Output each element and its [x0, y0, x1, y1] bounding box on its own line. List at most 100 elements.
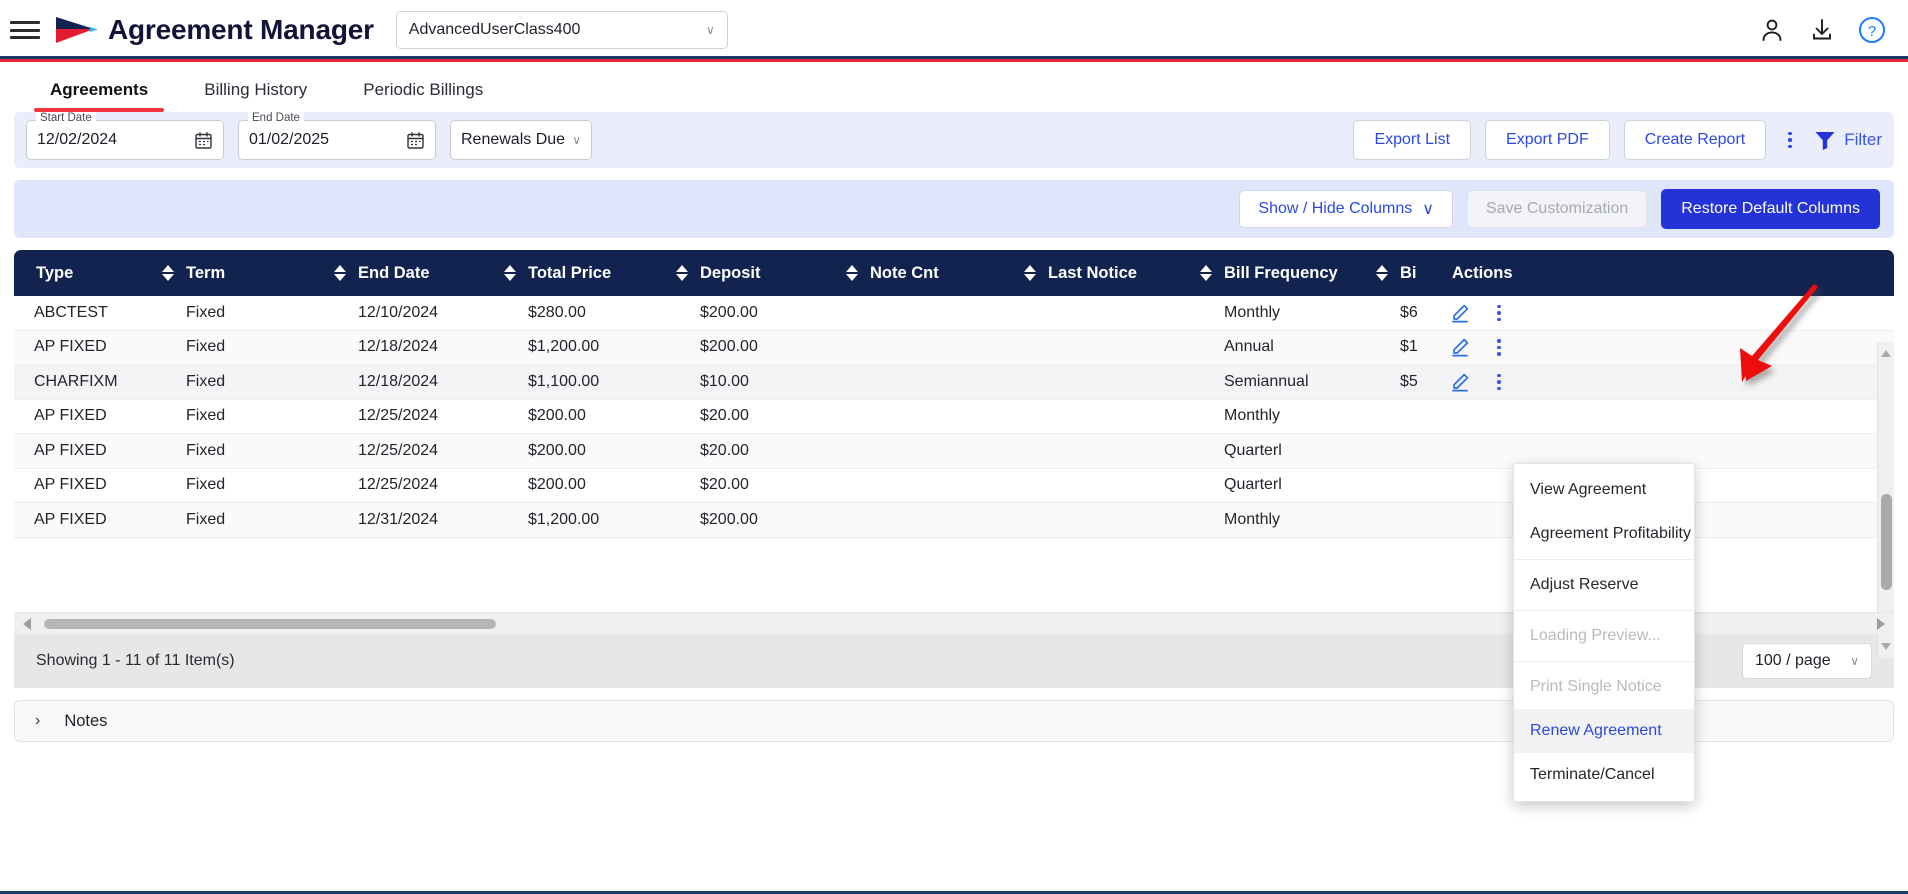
column-label: Last Notice: [1048, 263, 1137, 282]
sort-icon[interactable]: [1200, 265, 1212, 281]
restore-default-columns-button[interactable]: Restore Default Columns: [1661, 189, 1880, 229]
cell-actions: [1440, 337, 1580, 357]
scroll-down-arrow-icon[interactable]: [1881, 643, 1891, 650]
column-label: Bi: [1400, 263, 1417, 282]
menu-item-agreement-profitability[interactable]: Agreement Profitability: [1514, 512, 1694, 556]
chevron-down-icon: ∨: [1422, 201, 1434, 218]
sort-icon[interactable]: [846, 265, 858, 281]
table-row[interactable]: ABCTEST Fixed 12/10/2024 $280.00 $200.00…: [14, 296, 1894, 331]
show-hide-columns-button[interactable]: Show / Hide Columns ∨: [1239, 190, 1453, 228]
row-actions-menu-icon[interactable]: [1490, 304, 1508, 321]
chevron-down-icon: ∨: [706, 23, 715, 37]
edit-pencil-icon[interactable]: [1450, 303, 1470, 323]
menu-item-renew-agreement[interactable]: Renew Agreement: [1514, 709, 1694, 753]
menu-item-label: Agreement Profitability: [1530, 525, 1691, 542]
cell-end-date: 12/18/2024: [358, 338, 439, 356]
user-account-icon[interactable]: [1758, 16, 1786, 44]
table-row[interactable]: AP FIXED Fixed 12/25/2024 $200.00 $20.00…: [14, 400, 1894, 434]
sort-icon[interactable]: [676, 265, 688, 281]
download-icon[interactable]: [1808, 16, 1836, 44]
tab-bar: Agreements Billing History Periodic Bill…: [0, 60, 1908, 112]
chevron-down-icon: ∨: [1850, 654, 1859, 668]
vertical-scrollbar[interactable]: [1877, 342, 1894, 658]
scroll-right-arrow-icon[interactable]: [1877, 617, 1885, 630]
scroll-left-arrow-icon[interactable]: [23, 617, 31, 630]
cell-bi: $6: [1400, 303, 1418, 321]
column-header-bi-truncated[interactable]: Bi: [1398, 250, 1440, 296]
sort-icon[interactable]: [334, 265, 346, 281]
column-label: Note Cnt: [870, 263, 939, 282]
column-header-total-price[interactable]: Total Price: [526, 250, 698, 296]
column-label: Term: [186, 263, 226, 282]
sort-icon[interactable]: [1376, 265, 1388, 281]
tab-periodic-billings[interactable]: Periodic Billings: [335, 80, 511, 112]
export-pdf-button[interactable]: Export PDF: [1485, 120, 1610, 160]
column-header-type[interactable]: Type: [14, 250, 184, 296]
end-date-input[interactable]: [249, 131, 406, 149]
column-header-end-date[interactable]: End Date: [356, 250, 526, 296]
menu-item-terminate-cancel[interactable]: Terminate/Cancel: [1514, 753, 1694, 797]
row-actions-menu-icon[interactable]: [1490, 339, 1508, 356]
calendar-icon[interactable]: [194, 131, 213, 150]
menu-item-label: Terminate/Cancel: [1530, 766, 1655, 783]
page-title: Agreement Manager: [108, 14, 374, 45]
row-actions-menu-icon-open[interactable]: [1490, 373, 1508, 390]
scroll-up-arrow-icon[interactable]: [1881, 350, 1891, 357]
column-header-note-cnt[interactable]: Note Cnt: [868, 250, 1046, 296]
tab-billing-history[interactable]: Billing History: [176, 80, 335, 112]
cell-type: AP FIXED: [34, 338, 107, 356]
cell-total-price: $1,200.00: [528, 510, 600, 528]
chevron-right-icon: ›: [35, 712, 41, 729]
row-context-menu: View Agreement Agreement Profitability A…: [1513, 463, 1695, 802]
table-row[interactable]: AP FIXED Fixed 12/18/2024 $1,200.00 $200…: [14, 330, 1894, 365]
start-date-field[interactable]: Start Date: [26, 112, 224, 160]
export-list-button[interactable]: Export List: [1353, 120, 1472, 160]
cell-type: AP FIXED: [34, 476, 107, 494]
filter-button[interactable]: Filter: [1814, 130, 1882, 150]
menu-separator: [1514, 610, 1694, 611]
chevron-down-icon: ∨: [572, 133, 581, 147]
create-report-button[interactable]: Create Report: [1623, 120, 1767, 160]
filter-label: Filter: [1844, 130, 1882, 149]
cell-bill-frequency: Monthly: [1224, 407, 1281, 425]
column-label: Deposit: [700, 263, 761, 282]
start-date-input[interactable]: [37, 131, 194, 149]
hamburger-menu-icon[interactable]: [10, 18, 40, 42]
column-header-bill-frequency[interactable]: Bill Frequency: [1222, 250, 1398, 296]
column-label: End Date: [358, 263, 430, 282]
column-header-last-notice[interactable]: Last Notice: [1046, 250, 1222, 296]
filter-bar: Start Date End Date Renewals Due ∨ Expor…: [14, 112, 1894, 168]
column-header-deposit[interactable]: Deposit: [698, 250, 868, 296]
sort-icon[interactable]: [162, 265, 174, 281]
edit-pencil-icon[interactable]: [1450, 337, 1470, 357]
tab-label: Agreements: [50, 80, 149, 99]
tab-agreements[interactable]: Agreements: [22, 80, 176, 112]
table-row[interactable]: CHARFIXM Fixed 12/18/2024 $1,100.00 $10.…: [14, 365, 1894, 400]
calendar-icon[interactable]: [406, 131, 425, 150]
agreement-manager-app: Agreement Manager AdvancedUserClass400 ∨: [0, 0, 1908, 894]
menu-item-view-agreement[interactable]: View Agreement: [1514, 468, 1694, 512]
cell-total-price: $200.00: [528, 476, 586, 494]
button-label: Create Report: [1644, 131, 1746, 148]
scrollbar-thumb[interactable]: [1881, 494, 1892, 590]
end-date-field[interactable]: End Date: [238, 112, 436, 160]
menu-item-adjust-reserve[interactable]: Adjust Reserve: [1514, 563, 1694, 607]
cell-bill-frequency: Quarterl: [1224, 441, 1282, 459]
sort-icon[interactable]: [504, 265, 516, 281]
cell-term: Fixed: [186, 338, 226, 356]
sort-icon[interactable]: [1024, 265, 1036, 281]
funnel-icon: [1815, 132, 1835, 150]
column-header-term[interactable]: Term: [184, 250, 356, 296]
scrollbar-thumb[interactable]: [44, 618, 496, 629]
status-filter-select[interactable]: Renewals Due ∨: [450, 120, 592, 160]
cell-deposit: $200.00: [700, 510, 758, 528]
menu-separator: [1514, 661, 1694, 662]
edit-pencil-icon[interactable]: [1450, 372, 1470, 392]
help-icon[interactable]: ?: [1858, 16, 1886, 44]
columns-toolbar: Show / Hide Columns ∨ Save Customization…: [14, 180, 1894, 238]
page-size-select[interactable]: 100 / page ∨: [1742, 643, 1872, 679]
cell-bill-frequency: Monthly: [1224, 303, 1281, 321]
status-filter-value: Renewals Due: [461, 131, 566, 148]
user-class-select[interactable]: AdvancedUserClass400 ∨: [395, 11, 728, 49]
more-options-icon[interactable]: [1780, 131, 1800, 149]
